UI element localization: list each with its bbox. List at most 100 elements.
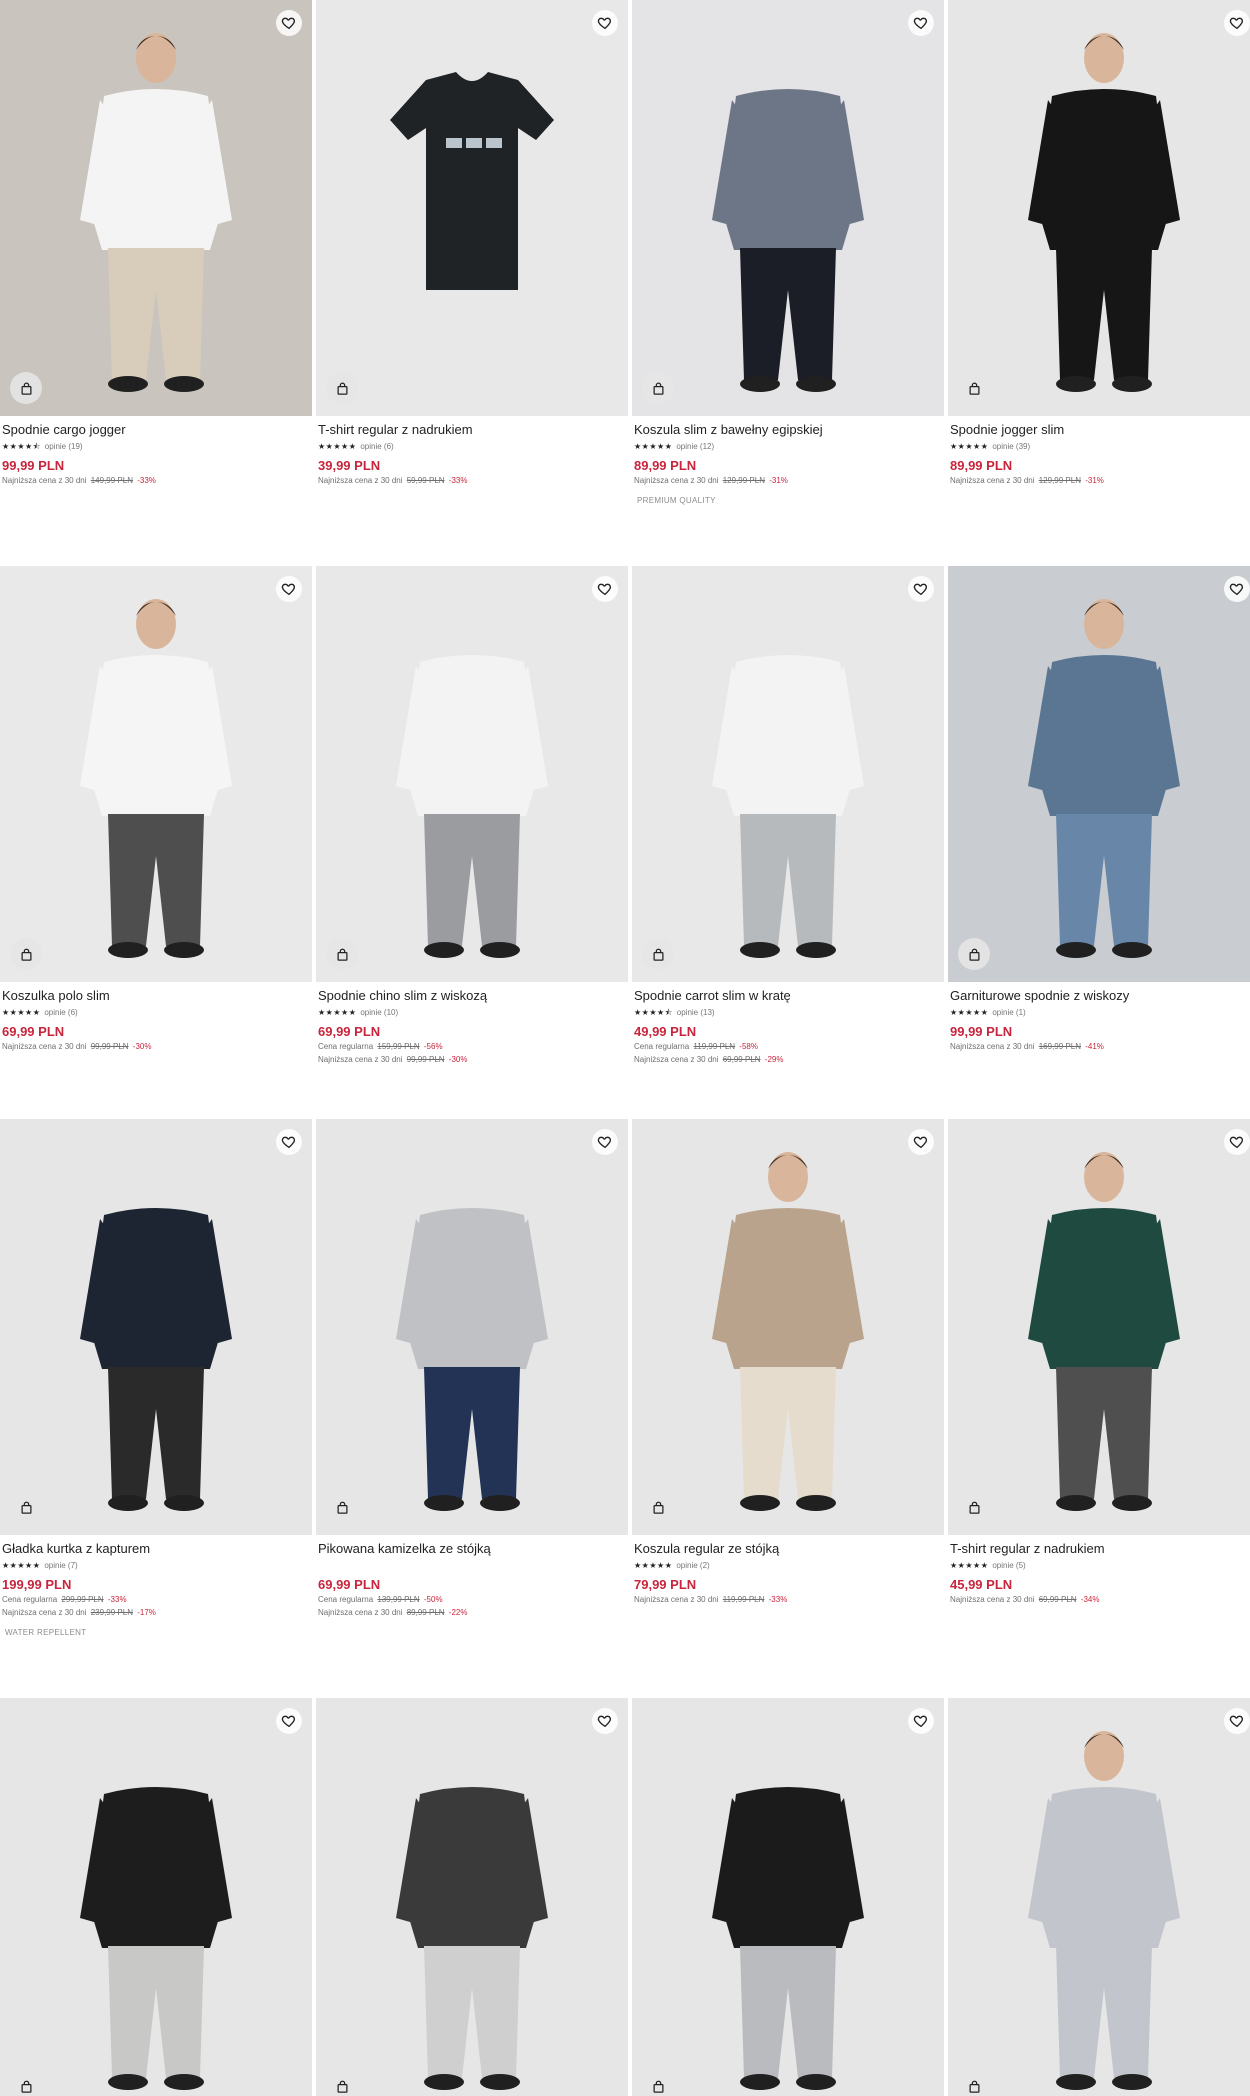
add-to-cart-button[interactable] xyxy=(642,2070,674,2096)
product-name[interactable]: T-shirt regular z nadrukiem xyxy=(950,1541,1250,1557)
product-photo[interactable] xyxy=(0,0,312,416)
shopping-bag-icon xyxy=(969,1501,979,1514)
product-info: Spodnie jogger slim ★★★★★ opinie (39) 89… xyxy=(948,416,1250,486)
favorite-button[interactable] xyxy=(276,576,302,602)
product-card[interactable]: Koszula regular ze stójką ★★★★★ opinie (… xyxy=(632,1119,944,1605)
product-card[interactable]: T-shirt regular z nadrukiem ★★★★★ opinie… xyxy=(316,0,628,486)
favorite-button[interactable] xyxy=(908,10,934,36)
product-info: T-shirt regular z nadrukiem ★★★★★ opinie… xyxy=(948,1535,1250,1605)
add-to-cart-button[interactable] xyxy=(326,938,358,970)
add-to-cart-button[interactable] xyxy=(958,1491,990,1523)
product-name[interactable]: Spodnie chino slim z wiskozą xyxy=(318,988,626,1004)
product-photo[interactable] xyxy=(316,1119,628,1535)
favorite-button[interactable] xyxy=(1224,1129,1250,1155)
product-photo[interactable] xyxy=(948,0,1250,416)
product-card[interactable] xyxy=(0,1698,312,2096)
favorite-button[interactable] xyxy=(908,1708,934,1734)
product-grid: Spodnie cargo jogger ★★★★⯪ opinie (19) 9… xyxy=(0,0,1250,2096)
product-photo[interactable] xyxy=(632,1119,944,1535)
add-to-cart-button[interactable] xyxy=(642,1491,674,1523)
product-name[interactable]: Gładka kurtka z kapturem xyxy=(2,1541,310,1557)
heart-icon xyxy=(281,17,296,30)
product-card[interactable]: Spodnie chino slim z wiskozą ★★★★★ opini… xyxy=(316,566,628,1065)
lowest-old-price: 99,99 PLN xyxy=(90,1042,129,1051)
favorite-button[interactable] xyxy=(276,10,302,36)
favorite-button[interactable] xyxy=(276,1129,302,1155)
product-photo[interactable] xyxy=(948,566,1250,982)
regular-price-label: Cena regularna xyxy=(318,1042,374,1051)
favorite-button[interactable] xyxy=(908,576,934,602)
product-photo[interactable] xyxy=(0,1698,312,2096)
favorite-button[interactable] xyxy=(592,1129,618,1155)
favorite-button[interactable] xyxy=(276,1708,302,1734)
product-card[interactable]: Spodnie jogger slim ★★★★★ opinie (39) 89… xyxy=(948,0,1250,486)
add-to-cart-button[interactable] xyxy=(10,2070,42,2096)
lowest-price-note: Najniższa cena z 30 dni 99,99 PLN -30% xyxy=(318,1055,626,1065)
lowest-price-note: Najniższa cena z 30 dni 149,99 PLN -33% xyxy=(2,476,310,486)
star-icon: ★★★★★ xyxy=(2,1560,41,1570)
product-image xyxy=(1028,1731,1180,2090)
product-photo[interactable] xyxy=(632,0,944,416)
product-name[interactable]: Spodnie jogger slim xyxy=(950,422,1250,438)
favorite-button[interactable] xyxy=(1224,1708,1250,1734)
add-to-cart-button[interactable] xyxy=(10,372,42,404)
product-photo[interactable] xyxy=(632,566,944,982)
favorite-button[interactable] xyxy=(592,1708,618,1734)
add-to-cart-button[interactable] xyxy=(10,938,42,970)
shopping-bag-icon xyxy=(969,2080,979,2093)
product-card[interactable]: Spodnie cargo jogger ★★★★⯪ opinie (19) 9… xyxy=(0,0,312,486)
product-photo[interactable] xyxy=(0,1119,312,1535)
add-to-cart-button[interactable] xyxy=(958,938,990,970)
product-card[interactable] xyxy=(632,1698,944,2096)
shopping-bag-icon xyxy=(653,1501,663,1514)
product-photo[interactable] xyxy=(316,566,628,982)
product-photo[interactable] xyxy=(316,1698,628,2096)
product-name[interactable]: Pikowana kamizelka ze stójką xyxy=(318,1541,626,1557)
product-card[interactable] xyxy=(316,1698,628,2096)
product-image xyxy=(1028,33,1180,392)
product-name[interactable]: T-shirt regular z nadrukiem xyxy=(318,422,626,438)
product-photo[interactable] xyxy=(948,1698,1250,2096)
product-card[interactable]: Pikowana kamizelka ze stójką 69,99 PLN Ce… xyxy=(316,1119,628,1618)
heart-icon xyxy=(913,1136,928,1149)
product-card[interactable]: Koszulka polo slim ★★★★★ opinie (6) 69,9… xyxy=(0,566,312,1052)
product-name[interactable]: Spodnie cargo jogger xyxy=(2,422,310,438)
shopping-bag-icon xyxy=(21,2080,31,2093)
product-photo[interactable] xyxy=(0,566,312,982)
product-name[interactable]: Koszula regular ze stójką xyxy=(634,1541,942,1557)
product-card[interactable]: T-shirt regular z nadrukiem ★★★★★ opinie… xyxy=(948,1119,1250,1605)
add-to-cart-button[interactable] xyxy=(958,372,990,404)
product-name[interactable]: Koszulka polo slim xyxy=(2,988,310,1004)
lowest-discount: -17% xyxy=(137,1608,156,1617)
product-name[interactable]: Garniturowe spodnie z wiskozy xyxy=(950,988,1250,1004)
product-image xyxy=(712,89,864,392)
favorite-button[interactable] xyxy=(1224,10,1250,36)
favorite-button[interactable] xyxy=(592,10,618,36)
add-to-cart-button[interactable] xyxy=(326,1491,358,1523)
product-rating: ★★★★★ opinie (6) xyxy=(2,1007,310,1018)
add-to-cart-button[interactable] xyxy=(10,1491,42,1523)
product-card[interactable]: Spodnie carrot slim w kratę ★★★★⯪ opinie… xyxy=(632,566,944,1065)
favorite-button[interactable] xyxy=(592,576,618,602)
favorite-button[interactable] xyxy=(1224,576,1250,602)
product-photo[interactable] xyxy=(948,1119,1250,1535)
add-to-cart-button[interactable] xyxy=(326,372,358,404)
lowest-discount: -41% xyxy=(1085,1042,1104,1051)
lowest-discount: -31% xyxy=(769,476,788,485)
add-to-cart-button[interactable] xyxy=(642,938,674,970)
lowest-price-note: Najniższa cena z 30 dni 129,99 PLN -31% xyxy=(950,476,1250,486)
product-price: 69,99 PLN xyxy=(2,1024,65,1039)
add-to-cart-button[interactable] xyxy=(958,2070,990,2096)
product-name[interactable]: Koszula slim z bawełny egipskiej xyxy=(634,422,942,438)
product-card[interactable] xyxy=(948,1698,1250,2096)
product-card[interactable]: Garniturowe spodnie z wiskozy ★★★★★ opin… xyxy=(948,566,1250,1052)
product-image xyxy=(396,1787,548,2090)
product-card[interactable]: Koszula slim z bawełny egipskiej ★★★★★ o… xyxy=(632,0,944,505)
add-to-cart-button[interactable] xyxy=(326,2070,358,2096)
favorite-button[interactable] xyxy=(908,1129,934,1155)
product-photo[interactable] xyxy=(632,1698,944,2096)
add-to-cart-button[interactable] xyxy=(642,372,674,404)
product-photo[interactable] xyxy=(316,0,628,416)
product-card[interactable]: Gładka kurtka z kapturem ★★★★★ opinie (7… xyxy=(0,1119,312,1637)
product-name[interactable]: Spodnie carrot slim w kratę xyxy=(634,988,942,1004)
